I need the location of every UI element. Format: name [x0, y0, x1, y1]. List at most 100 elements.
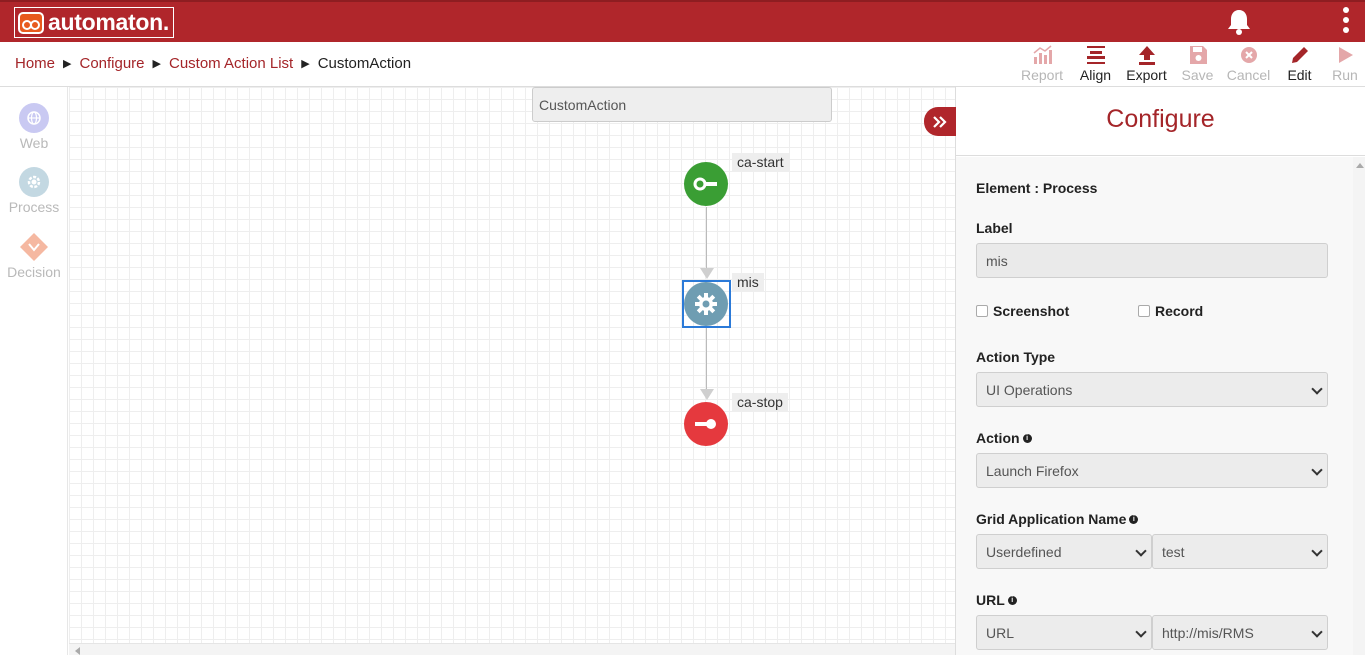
grid-value: test: [1162, 544, 1185, 560]
breadcrumb-separator: ▶: [301, 58, 310, 70]
decision-diamond-icon: [19, 232, 49, 262]
app-logo[interactable]: automaton.: [14, 7, 174, 38]
double-chevron-right-icon: [933, 115, 947, 128]
stop-node-label: ca-stop: [732, 393, 788, 411]
checkbox-box[interactable]: [976, 305, 988, 317]
element-type: Element : Process: [976, 180, 1098, 196]
breadcrumb-configure[interactable]: Configure: [79, 55, 144, 72]
screenshot-label: Screenshot: [993, 303, 1070, 319]
grid-mode-value: Userdefined: [986, 544, 1062, 560]
palette-web[interactable]: Web: [0, 103, 68, 151]
globe-icon: [19, 103, 49, 133]
start-node[interactable]: [684, 162, 728, 206]
palette-process-label: Process: [8, 199, 60, 215]
cancel-label: Cancel: [1226, 67, 1271, 83]
chevron-down-icon: [1311, 383, 1323, 395]
info-icon[interactable]: i: [1022, 433, 1032, 443]
report-chart-icon: [1033, 45, 1052, 64]
breadcrumb-separator: ▶: [63, 58, 72, 70]
export-label: Export: [1126, 67, 1167, 83]
flow-arrow-icon: [700, 389, 714, 400]
run-label: Run: [1332, 67, 1358, 83]
flow-edge: [706, 207, 707, 277]
grid-value-select[interactable]: test: [1152, 534, 1328, 569]
configure-panel: Configure Element : Process Label mis Sc…: [955, 87, 1365, 655]
flow-canvas[interactable]: CustomAction ca-start mis ca-stop: [69, 87, 955, 643]
palette-web-label: Web: [19, 135, 49, 151]
edit-pencil-icon: [1291, 47, 1308, 63]
cancel-icon: [1240, 47, 1257, 63]
chevron-down-icon: [1311, 464, 1323, 476]
info-icon[interactable]: i: [1007, 595, 1017, 605]
checkbox-box[interactable]: [1138, 305, 1150, 317]
palette-decision-label: Decision: [7, 264, 61, 280]
breadcrumb: Home ▶ Configure ▶ Custom Action List ▶ …: [15, 55, 411, 72]
action-label: Action i: [976, 430, 1032, 446]
more-menu-icon[interactable]: [1338, 7, 1354, 37]
align-button[interactable]: Align: [1070, 44, 1121, 83]
action-type-select[interactable]: UI Operations: [976, 372, 1328, 407]
panel-vertical-scrollbar[interactable]: [1353, 157, 1365, 655]
label-field-label: Label: [976, 220, 1013, 236]
scroll-up-icon[interactable]: [1356, 163, 1364, 168]
collapse-panel-button[interactable]: [924, 107, 956, 136]
run-button[interactable]: Run: [1325, 44, 1365, 83]
selection-box: [682, 280, 731, 328]
toolbar: Report Align Export Save Cancel Edit Run: [1014, 44, 1365, 83]
chevron-down-icon: [1135, 545, 1147, 557]
edit-button[interactable]: Edit: [1274, 44, 1325, 83]
export-icon: [1138, 46, 1155, 65]
start-key-icon: [693, 177, 717, 191]
logo-text: automaton.: [48, 9, 169, 35]
action-value: Launch Firefox: [986, 463, 1079, 479]
breadcrumb-separator: ▶: [152, 58, 161, 70]
action-type-value: UI Operations: [986, 382, 1073, 398]
panel-body: Element : Process Label mis Screenshot R…: [956, 157, 1354, 655]
stop-node[interactable]: [684, 402, 728, 446]
stop-key-icon: [695, 419, 716, 429]
report-label: Report: [1020, 67, 1064, 83]
canvas-horizontal-scrollbar[interactable]: [69, 643, 955, 655]
element-palette: Web Process Decision: [0, 87, 68, 655]
cancel-button[interactable]: Cancel: [1223, 44, 1274, 83]
export-button[interactable]: Export: [1121, 44, 1172, 83]
palette-decision[interactable]: Decision: [0, 232, 68, 280]
breadcrumb-home[interactable]: Home: [15, 55, 55, 72]
chevron-down-icon: [1135, 626, 1147, 638]
action-select[interactable]: Launch Firefox: [976, 453, 1328, 488]
flow-name-field[interactable]: CustomAction: [532, 87, 832, 122]
top-bar: automaton.: [0, 0, 1365, 42]
screenshot-checkbox[interactable]: Screenshot: [976, 303, 1069, 319]
breadcrumb-custom-action-list[interactable]: Custom Action List: [169, 55, 293, 72]
record-checkbox[interactable]: Record: [1138, 303, 1203, 319]
gear-icon: [19, 167, 49, 197]
grid-mode-select[interactable]: Userdefined: [976, 534, 1152, 569]
grid-application-name-label: Grid Application Name i: [976, 511, 1139, 527]
flow-edge: [706, 327, 707, 397]
save-disk-icon: [1189, 46, 1207, 64]
report-button[interactable]: Report: [1014, 44, 1070, 83]
info-icon[interactable]: i: [1129, 514, 1139, 524]
url-label: URL i: [976, 592, 1017, 608]
process-node-label: mis: [732, 273, 764, 291]
palette-process[interactable]: Process: [0, 167, 68, 215]
url-value: http://mis/RMS: [1162, 625, 1254, 641]
record-label: Record: [1155, 303, 1204, 319]
run-play-icon: [1339, 47, 1353, 63]
chevron-down-icon: [1311, 626, 1323, 638]
label-input[interactable]: mis: [976, 243, 1328, 278]
notification-bell-icon[interactable]: [1226, 8, 1252, 36]
save-button[interactable]: Save: [1172, 44, 1223, 83]
scroll-left-icon[interactable]: [75, 647, 80, 655]
action-type-label: Action Type: [976, 349, 1056, 365]
chevron-down-icon: [1311, 545, 1323, 557]
robot-logo-icon: [18, 11, 44, 34]
url-mode-value: URL: [986, 625, 1015, 641]
save-label: Save: [1181, 67, 1214, 83]
align-label: Align: [1079, 67, 1112, 83]
url-mode-select[interactable]: URL: [976, 615, 1152, 650]
breadcrumb-current: CustomAction: [317, 55, 412, 72]
align-icon: [1086, 46, 1105, 64]
panel-title: Configure: [956, 87, 1365, 156]
url-value-select[interactable]: http://mis/RMS: [1152, 615, 1328, 650]
